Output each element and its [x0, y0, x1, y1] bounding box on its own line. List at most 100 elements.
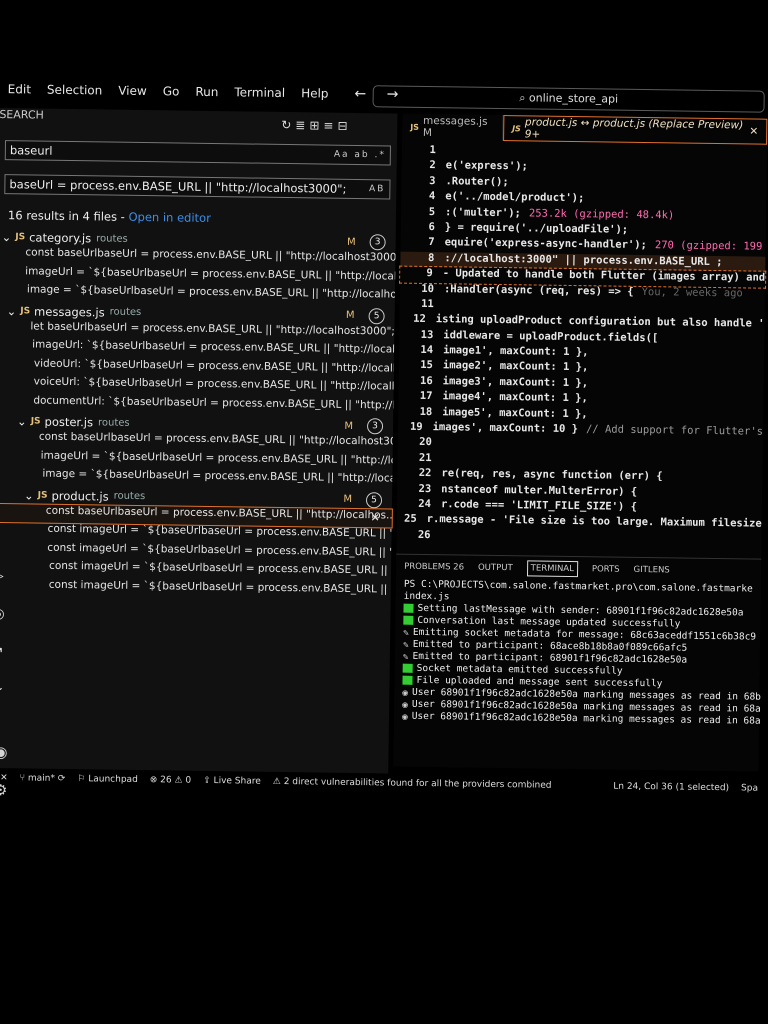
menu-go[interactable]: Go: [163, 84, 180, 98]
js-file-icon: JS: [30, 416, 41, 427]
chevron-down-icon: ⌄: [6, 303, 17, 318]
code-view[interactable]: 1 2 e('express'); 3 .Router(); 4 e('../model/p…: [396, 144, 767, 549]
js-file-icon: JS: [512, 123, 521, 133]
file-path: routes: [97, 416, 130, 429]
tab-product-replace-preview[interactable]: JS product.js ↔ product.js (Replace Prev…: [502, 115, 768, 145]
line-number: 25: [403, 513, 417, 526]
line-number: 6: [428, 220, 435, 234]
toggle-view-icon[interactable]: ⊟: [337, 119, 351, 133]
line-number: 16: [419, 374, 433, 387]
js-file-icon: JS: [37, 490, 48, 501]
tab-problems[interactable]: PROBLEMS 26: [404, 562, 464, 573]
file-path: routes: [96, 232, 128, 245]
problems-indicator[interactable]: ⊗ 26 ⚠ 0: [150, 775, 192, 786]
line-number: 18: [419, 405, 433, 418]
menu-view[interactable]: View: [118, 84, 147, 98]
launchpad[interactable]: ⚐ Launchpad: [77, 774, 138, 785]
tab-output[interactable]: OUTPUT: [478, 563, 513, 573]
menu-edit[interactable]: Edit: [8, 82, 31, 96]
file-name: category.js: [29, 230, 92, 246]
remote-indicator-icon[interactable]: ✕: [0, 773, 8, 783]
replace-input-value: baseUrl = process.env.BASE_URL || "http:…: [9, 177, 347, 196]
branch-name: main*: [27, 773, 55, 784]
file-name: poster.js: [44, 414, 94, 430]
dismiss-match-icon[interactable]: ✕: [370, 511, 379, 524]
line-number: 17: [419, 390, 433, 403]
line-number: 10: [421, 282, 435, 295]
collapse-all-icon[interactable]: ≡: [323, 119, 337, 133]
eyes-icon: ◉: [402, 687, 409, 699]
menu-help[interactable]: Help: [301, 86, 329, 100]
line-number: 22: [418, 467, 432, 480]
terminal-output[interactable]: PS C:\PROJECTS\com.salone.fastmarket.pro…: [394, 579, 761, 728]
account-icon[interactable]: ◉: [0, 743, 8, 761]
editor-area: JS messages.js M JS product.js ↔ product…: [396, 113, 768, 559]
clear-results-icon[interactable]: ≣: [295, 118, 309, 132]
pencil-icon: ✎: [402, 639, 409, 651]
results-tree: ⌄ JS category.js routes M 3 const baseUrl…: [0, 228, 396, 602]
success-square-icon: [402, 663, 413, 673]
replace-all-button[interactable]: AB: [369, 184, 385, 194]
menu-selection[interactable]: Selection: [47, 83, 103, 98]
live-share-label: Live Share: [213, 776, 261, 787]
tab-terminal[interactable]: TERMINAL: [526, 560, 578, 578]
tab-ports[interactable]: PORTS: [592, 564, 620, 574]
chevron-down-icon: ⌄: [16, 414, 27, 429]
eyes-icon: ◉: [402, 699, 408, 711]
branch-indicator[interactable]: ⑂ main* ⟳: [20, 773, 66, 784]
match-count-badge: 3: [366, 418, 384, 435]
run-debug-icon[interactable]: ▷: [0, 568, 15, 584]
line-number: 13: [420, 328, 434, 341]
remote-icon[interactable]: ⚘: [0, 682, 13, 698]
cursor-position[interactable]: Ln 24, Col 36 (1 selected): [613, 782, 729, 794]
file-path: routes: [109, 306, 142, 318]
line-number: 23: [418, 482, 432, 495]
close-tab-icon[interactable]: ✕: [749, 125, 758, 137]
share-icon[interactable]: ↗: [0, 644, 14, 660]
line-number: 21: [418, 451, 432, 464]
code-text: :Handler(async (req, res) => {: [443, 282, 634, 298]
sync-icon: ⟳: [57, 773, 66, 784]
line-number: 8: [428, 251, 435, 264]
git-branch-icon: ⑂: [19, 773, 28, 784]
line-number: 19: [409, 420, 423, 433]
line-number: 7: [428, 236, 435, 249]
extensions-icon[interactable]: ◎: [0, 606, 15, 622]
match-count-badge: 5: [368, 307, 385, 324]
tab-gitlens[interactable]: GITLENS: [634, 565, 670, 576]
chevron-down-icon: ⌄: [23, 487, 34, 503]
vulnerabilities-notice[interactable]: ⚠ 2 direct vulnerabilities found for all…: [273, 777, 552, 791]
match-count-badge: 3: [369, 234, 386, 251]
inline-annotation: You, 2 weeks ago: [641, 285, 743, 299]
tab-label: product.js ↔ product.js (Replace Preview…: [524, 116, 744, 141]
line-number: 20: [419, 436, 432, 449]
inline-annotation: // Add support for Flutter's: [585, 423, 764, 438]
menu-terminal[interactable]: Terminal: [234, 85, 285, 100]
menu-run[interactable]: Run: [195, 85, 218, 99]
line-number: 1: [429, 144, 437, 157]
open-in-editor-link[interactable]: Open in editor: [128, 210, 211, 225]
tab-messages[interactable]: JS messages.js M: [402, 113, 504, 142]
search-input[interactable]: baseurl Aa ab .*: [4, 140, 391, 166]
new-search-editor-icon[interactable]: ⊞: [309, 118, 323, 132]
line-number: 24: [418, 497, 432, 511]
js-file-icon: JS: [20, 305, 31, 316]
indentation[interactable]: Spa: [741, 783, 758, 793]
launchpad-label: Launchpad: [88, 774, 138, 785]
modified-badge: M: [345, 309, 355, 321]
search-options[interactable]: Aa ab .*: [334, 150, 386, 161]
live-share[interactable]: ⇪ Live Share: [203, 776, 261, 787]
modified-badge: M: [343, 493, 353, 505]
line-number: 3: [429, 174, 436, 187]
line-number: 15: [420, 359, 433, 372]
code-text: images', maxCount: 10 }: [432, 421, 579, 436]
line-number: 5: [428, 205, 436, 218]
line-number: 4: [428, 190, 436, 203]
search-sidebar: SEARCH ↻≣⊞≡⊟ baseurl Aa ab .* baseUrl = …: [0, 107, 398, 799]
success-square-icon: [403, 603, 414, 613]
refresh-icon[interactable]: ↻: [281, 118, 295, 132]
replace-input[interactable]: baseUrl = process.env.BASE_URL || "http:…: [4, 174, 391, 200]
vscode-window: Edit Selection View Go Run Terminal Help…: [0, 70, 768, 801]
line-number: 2: [429, 159, 436, 172]
bottom-panel: PROBLEMS 26 OUTPUT TERMINAL PORTS GITLEN…: [393, 553, 762, 772]
